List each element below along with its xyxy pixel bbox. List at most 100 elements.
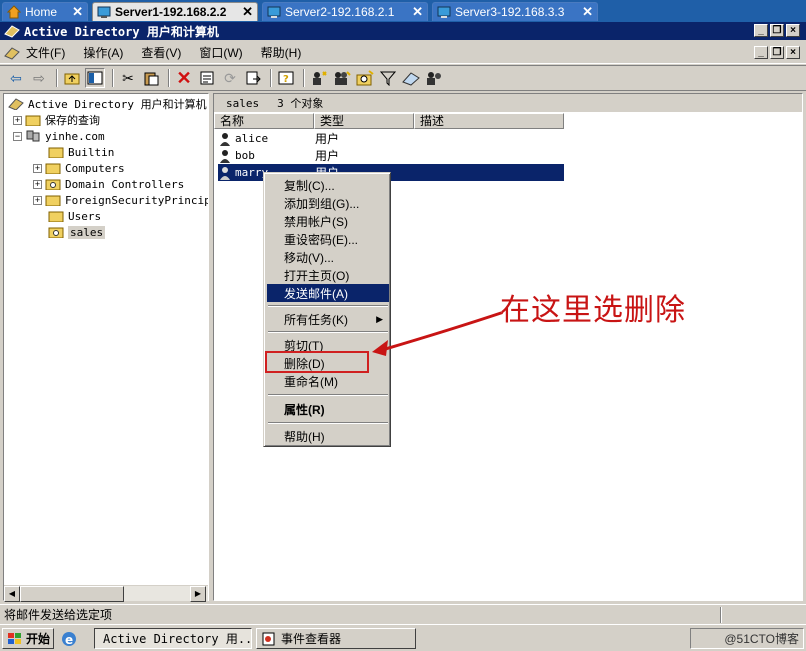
tree-label: Builtin bbox=[68, 145, 115, 159]
list-item[interactable]: alice 用户 bbox=[218, 130, 339, 147]
scroll-right-icon[interactable]: ▶ bbox=[190, 586, 206, 602]
tree-item-foreign-security-principals[interactable]: + ForeignSecurityPrincipa bbox=[33, 192, 208, 208]
refresh-icon[interactable]: ⟳ bbox=[220, 68, 240, 88]
menu-item-rename[interactable]: 重命名(M) bbox=[267, 372, 389, 390]
new-group-icon[interactable] bbox=[332, 68, 352, 88]
item-name: bob bbox=[235, 149, 255, 162]
close-icon[interactable]: ✕ bbox=[72, 4, 83, 20]
restore-button[interactable]: ❐ bbox=[770, 46, 784, 59]
tab-server3[interactable]: Server3-192.168.3.3 ✕ bbox=[432, 2, 598, 21]
filter-icon[interactable] bbox=[378, 68, 398, 88]
window-titlebar: Active Directory 用户和计算机 _ ❐ × bbox=[0, 22, 806, 40]
tab-label: Server2-192.168.2.1 bbox=[285, 5, 395, 19]
tree-pane[interactable]: Active Directory 用户和计算机 + 保存的查询 − yinhe.… bbox=[3, 93, 209, 601]
paste-icon[interactable] bbox=[141, 68, 161, 88]
menu-action[interactable]: 操作(A) bbox=[83, 44, 123, 61]
taskbar-label: Active Directory 用... bbox=[103, 632, 252, 646]
export-icon[interactable] bbox=[243, 68, 263, 88]
tree-item-computers[interactable]: + Computers bbox=[33, 160, 125, 176]
toolbar-separator bbox=[56, 69, 58, 87]
expand-icon[interactable]: + bbox=[33, 163, 42, 173]
menu-item-help[interactable]: 帮助(H) bbox=[267, 427, 389, 445]
tree-item-sales[interactable]: sales bbox=[48, 224, 106, 240]
forward-icon[interactable]: ⇨ bbox=[29, 68, 49, 88]
menu-item-copy[interactable]: 复制(C)... bbox=[267, 176, 389, 194]
tab-strip: Home ✕ Server1-192.168.2.2 ✕ Server2-192… bbox=[0, 0, 806, 22]
domain-icon bbox=[26, 130, 40, 142]
tab-label: Home bbox=[25, 5, 58, 19]
menu-separator bbox=[268, 422, 388, 424]
close-icon[interactable]: ✕ bbox=[582, 4, 593, 20]
menu-view[interactable]: 查看(V) bbox=[141, 44, 181, 61]
close-icon[interactable]: ✕ bbox=[412, 4, 423, 20]
new-ou-icon[interactable] bbox=[355, 68, 375, 88]
delete-icon[interactable]: ✕ bbox=[174, 68, 194, 88]
find-icon[interactable] bbox=[401, 68, 421, 88]
taskbar-button-event-viewer[interactable]: 事件查看器 bbox=[256, 628, 416, 649]
tree-item-users[interactable]: Users bbox=[48, 208, 101, 224]
menu-item-send-mail[interactable]: 发送邮件(A) bbox=[267, 284, 389, 302]
list-item[interactable]: bob 用户 bbox=[218, 147, 339, 164]
up-folder-icon[interactable] bbox=[62, 68, 82, 88]
status-bar: 将邮件发送给选定项 bbox=[0, 604, 806, 623]
scroll-left-icon[interactable]: ◀ bbox=[4, 586, 20, 602]
menu-item-move[interactable]: 移动(V)... bbox=[267, 248, 389, 266]
menu-item-reset-password[interactable]: 重设密码(E)... bbox=[267, 230, 389, 248]
ie-icon[interactable]: e bbox=[60, 630, 78, 648]
child-window-controls: _ ❐ × bbox=[754, 46, 800, 59]
tree-item-saved-queries[interactable]: + 保存的查询 bbox=[13, 112, 100, 128]
close-button[interactable]: × bbox=[786, 24, 800, 37]
ou-icon bbox=[48, 227, 64, 238]
expand-icon[interactable]: + bbox=[33, 179, 42, 189]
tree-item-domain[interactable]: − yinhe.com bbox=[13, 128, 105, 144]
menu-help[interactable]: 帮助(H) bbox=[261, 44, 302, 61]
expand-icon[interactable]: + bbox=[33, 195, 42, 205]
tab-server1[interactable]: Server1-192.168.2.2 ✕ bbox=[92, 2, 258, 21]
menu-item-all-tasks[interactable]: 所有任务(K) ▶ bbox=[267, 310, 389, 328]
menu-item-add-to-group[interactable]: 添加到组(G)... bbox=[267, 194, 389, 212]
minimize-button[interactable]: _ bbox=[754, 46, 768, 59]
tree-hscrollbar[interactable]: ◀ ▶ bbox=[4, 585, 208, 602]
tree-item-builtin[interactable]: Builtin bbox=[48, 144, 114, 160]
cut-icon[interactable]: ✂ bbox=[118, 68, 138, 88]
window-controls: _ ❐ × bbox=[754, 24, 800, 37]
toolbar-separator bbox=[168, 69, 170, 87]
back-icon[interactable]: ⇦ bbox=[6, 68, 26, 88]
tab-server2[interactable]: Server2-192.168.2.1 ✕ bbox=[262, 2, 428, 21]
menu-window[interactable]: 窗口(W) bbox=[199, 44, 242, 61]
help-icon[interactable]: ? bbox=[276, 68, 296, 88]
tree-item-domain-controllers[interactable]: + Domain Controllers bbox=[33, 176, 184, 192]
show-tree-icon[interactable] bbox=[85, 68, 105, 88]
add-to-group-icon[interactable] bbox=[424, 68, 444, 88]
menu-item-disable-account[interactable]: 禁用帐户(S) bbox=[267, 212, 389, 230]
collapse-icon[interactable]: − bbox=[13, 131, 22, 141]
new-user-icon[interactable] bbox=[309, 68, 329, 88]
taskbar-button-ad[interactable]: Active Directory 用... bbox=[94, 628, 252, 649]
item-name: alice bbox=[235, 132, 269, 145]
scroll-thumb[interactable] bbox=[20, 586, 124, 602]
start-label: 开始 bbox=[26, 632, 51, 646]
menu-file[interactable]: 文件(F) bbox=[26, 44, 65, 61]
properties-icon[interactable] bbox=[197, 68, 217, 88]
taskbar: 开始 e Active Directory 用... 事件查看器 @51CTO博… bbox=[0, 624, 806, 651]
start-button[interactable]: 开始 bbox=[2, 628, 54, 649]
status-separator bbox=[720, 607, 722, 623]
column-header-description[interactable]: 描述 bbox=[414, 113, 564, 129]
menu-separator bbox=[268, 394, 388, 396]
column-header-name[interactable]: 名称 bbox=[214, 113, 314, 129]
close-button[interactable]: × bbox=[786, 46, 800, 59]
menu-item-properties[interactable]: 属性(R) bbox=[267, 400, 389, 418]
restore-button[interactable]: ❐ bbox=[770, 24, 784, 37]
tree-label: yinhe.com bbox=[45, 129, 105, 143]
expand-icon[interactable]: + bbox=[13, 115, 22, 125]
minimize-button[interactable]: _ bbox=[754, 24, 768, 37]
tree-root[interactable]: Active Directory 用户和计算机 bbox=[8, 96, 207, 112]
home-icon bbox=[7, 5, 21, 19]
close-icon[interactable]: ✕ bbox=[242, 4, 253, 20]
ou-icon bbox=[45, 179, 61, 190]
tab-home[interactable]: Home ✕ bbox=[2, 2, 88, 21]
server-icon bbox=[97, 6, 111, 18]
user-icon bbox=[220, 166, 230, 180]
menu-item-open-home-page[interactable]: 打开主页(O) bbox=[267, 266, 389, 284]
column-header-type[interactable]: 类型 bbox=[314, 113, 414, 129]
